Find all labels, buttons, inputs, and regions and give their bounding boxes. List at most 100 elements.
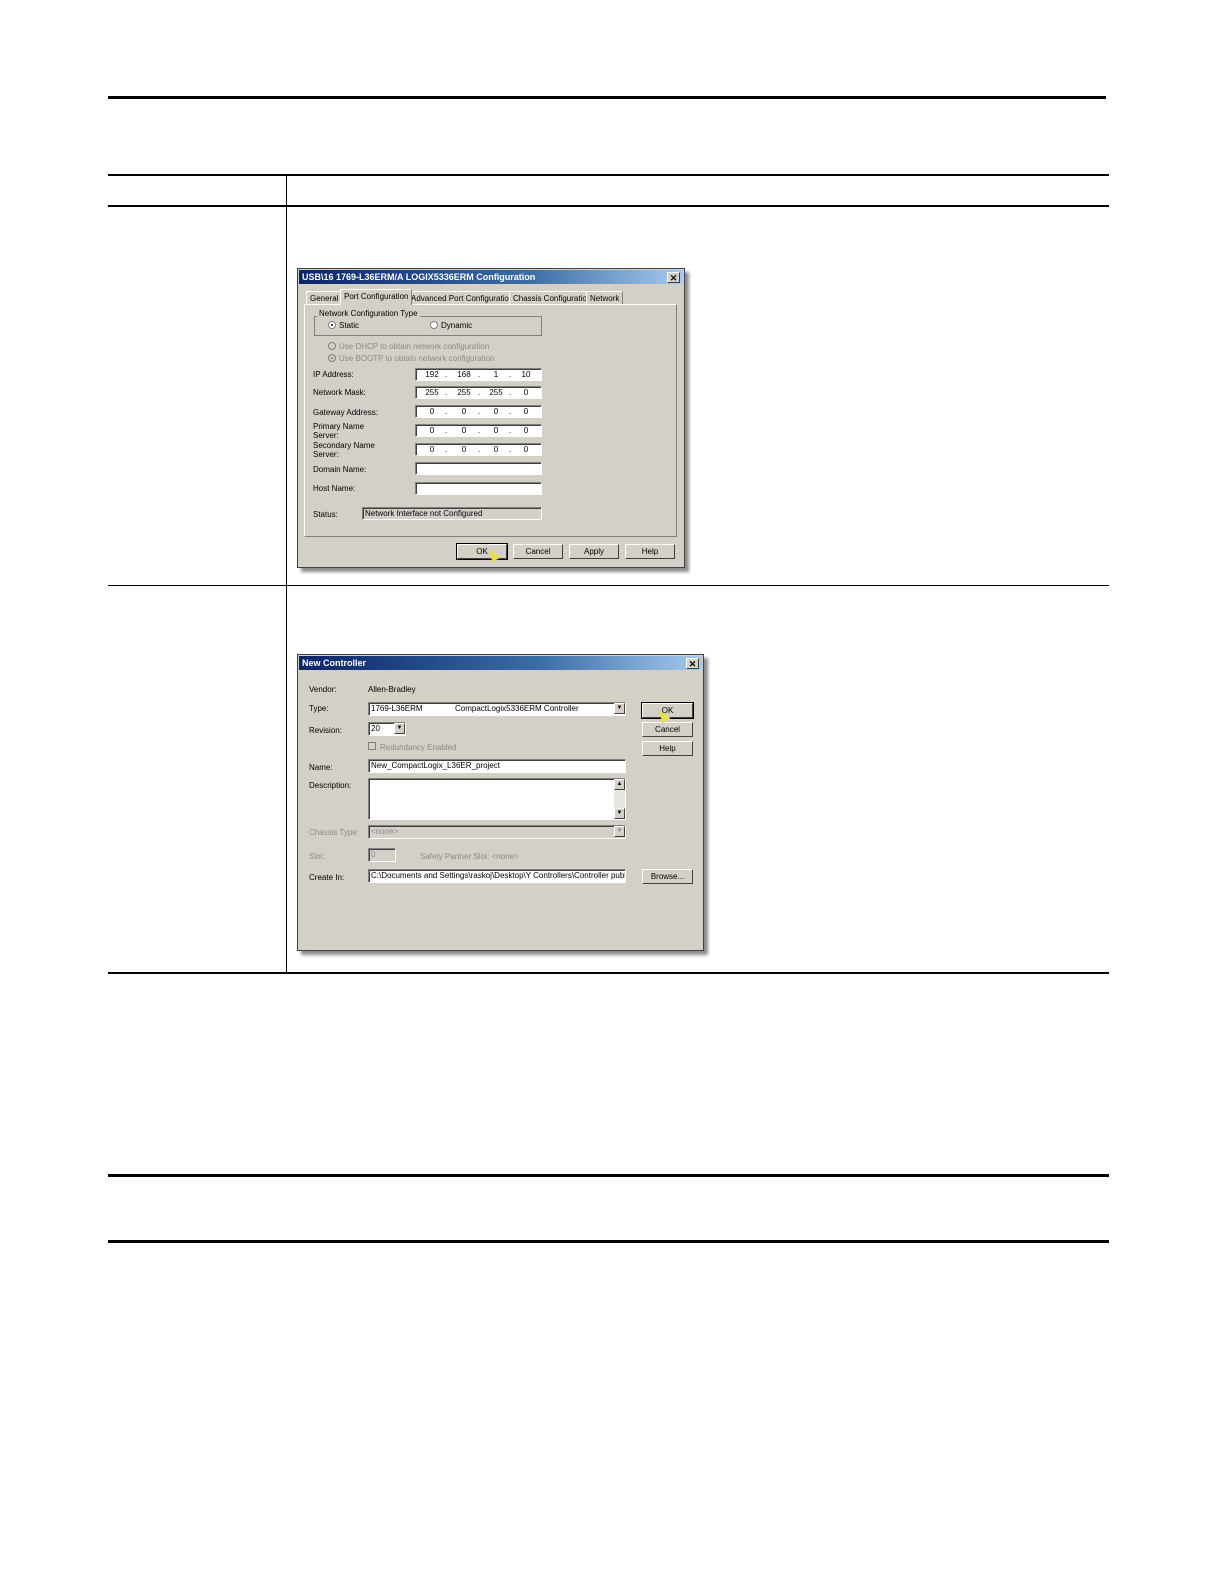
- cancel-button[interactable]: Cancel: [642, 722, 693, 737]
- redundancy-checkbox[interactable]: [368, 742, 376, 750]
- dynamic-radio-label: Dynamic: [441, 321, 473, 330]
- tab-port-configuration[interactable]: Port Configuration: [340, 289, 413, 305]
- table-header-border: [108, 205, 1109, 207]
- redundancy-label: Redundancy Enabled: [380, 743, 457, 752]
- revision-value: 20: [371, 724, 380, 733]
- secondary-octet: 0: [429, 445, 435, 454]
- type-description: CompactLogix5336ERM Controller: [455, 704, 579, 713]
- tab-advanced-port-configuration[interactable]: Advanced Port Configuration: [407, 291, 518, 304]
- network-mask-field[interactable]: 255. 255. 255. 0: [415, 386, 542, 399]
- tab-panel: [304, 304, 677, 537]
- dynamic-radio[interactable]: [430, 321, 438, 329]
- chevron-down-icon[interactable]: ▼: [614, 703, 625, 714]
- chevron-down-icon[interactable]: ▼: [614, 826, 625, 837]
- help-button[interactable]: Help: [625, 544, 675, 559]
- network-mask-label: Network Mask:: [313, 388, 366, 397]
- domain-name-field[interactable]: [415, 462, 542, 475]
- gateway-octet: 0: [493, 407, 499, 416]
- revision-select[interactable]: 20 ▼: [368, 722, 406, 736]
- scroll-up-icon[interactable]: ▲: [614, 779, 625, 790]
- gateway-octet: 0: [429, 407, 435, 416]
- table-column-divider: [286, 175, 287, 973]
- safety-partner-slot-label: Safety Partner Slot: <none>: [420, 852, 519, 861]
- ip-octet: 168: [457, 370, 471, 379]
- primary-octet: 0: [523, 426, 529, 435]
- slot-value: 0: [371, 850, 376, 859]
- use-bootp-radio[interactable]: [328, 354, 336, 362]
- create-in-label: Create In:: [309, 873, 345, 882]
- description-textarea[interactable]: ▲ ▼: [368, 778, 626, 820]
- gateway-octet: 0: [523, 407, 529, 416]
- ip-octet: 1: [493, 370, 499, 379]
- use-dhcp-radio[interactable]: [328, 342, 336, 350]
- tab-network[interactable]: Network: [586, 291, 624, 304]
- use-dhcp-label: Use DHCP to obtain network configuration: [339, 342, 490, 351]
- ip-octet: 10: [521, 370, 531, 379]
- slot-stepper[interactable]: 0: [368, 848, 396, 862]
- description-scrollbar[interactable]: ▲ ▼: [614, 779, 625, 819]
- host-name-label: Host Name:: [313, 484, 356, 493]
- browse-button[interactable]: Browse...: [642, 869, 693, 884]
- new-controller-dialog: New Controller ✕ Vendor: Allen-Bradley T…: [297, 654, 704, 951]
- table-bottom-border: [108, 972, 1109, 974]
- help-button[interactable]: Help: [642, 741, 693, 756]
- cancel-button[interactable]: Cancel: [513, 544, 563, 559]
- dialog-titlebar: USB\16 1769-L36ERM/A LOGIX5336ERM Config…: [299, 270, 683, 284]
- gateway-address-label: Gateway Address:: [313, 408, 378, 417]
- tab-general[interactable]: General: [306, 291, 343, 304]
- static-radio-label: Static: [339, 321, 360, 330]
- tab-chassis-configuration[interactable]: Chassis Configuration: [509, 291, 596, 304]
- gateway-address-field[interactable]: 0. 0. 0. 0: [415, 405, 542, 418]
- gateway-octet: 0: [461, 407, 467, 416]
- secondary-name-server-field[interactable]: 0. 0. 0. 0: [415, 443, 542, 456]
- group-label: Network Configuration Type: [317, 309, 420, 318]
- table-top-border: [108, 174, 1109, 176]
- secondary-octet: 0: [461, 445, 467, 454]
- primary-name-server-field[interactable]: 0. 0. 0. 0: [415, 424, 542, 437]
- primary-octet: 0: [461, 426, 467, 435]
- chassis-type-value: <none>: [371, 827, 399, 836]
- vendor-label: Vendor:: [309, 685, 337, 694]
- create-in-input[interactable]: C:\Documents and Settings\raskoj\Desktop…: [368, 869, 626, 883]
- port-configuration-dialog: USB\16 1769-L36ERM/A LOGIX5336ERM Config…: [297, 268, 685, 568]
- chevron-down-icon[interactable]: ▼: [394, 723, 405, 734]
- name-label: Name:: [309, 763, 333, 772]
- type-select[interactable]: 1769-L36ERM CompactLogix5336ERM Controll…: [368, 702, 626, 716]
- table-row-divider: [108, 585, 1109, 586]
- mask-octet: 255: [489, 388, 503, 397]
- revision-label: Revision:: [309, 726, 342, 735]
- primary-name-server-label: Primary Name: [313, 422, 365, 431]
- dialog-titlebar: New Controller ✕: [299, 656, 702, 670]
- dialog-title: New Controller: [302, 658, 367, 668]
- status-label: Status:: [313, 510, 338, 519]
- scroll-down-icon[interactable]: ▼: [614, 808, 625, 819]
- static-radio[interactable]: [328, 321, 336, 329]
- status-field: Network Interface not Configured: [362, 507, 542, 520]
- name-input[interactable]: New_CompactLogix_L36ER_project: [368, 759, 626, 773]
- domain-name-label: Domain Name:: [313, 465, 367, 474]
- use-bootp-label: Use BOOTP to obtain network configuratio…: [339, 354, 495, 363]
- vendor-value: Allen-Bradley: [368, 685, 416, 694]
- chassis-type-select[interactable]: <none> ▼: [368, 825, 626, 839]
- ip-octet: 192: [425, 370, 439, 379]
- header-rule: [108, 96, 1106, 99]
- close-icon[interactable]: ✕: [667, 272, 680, 283]
- dialog-title: USB\16 1769-L36ERM/A LOGIX5336ERM Config…: [302, 272, 536, 282]
- close-icon[interactable]: ✕: [686, 658, 699, 669]
- primary-name-server-label-2: Server:: [313, 431, 339, 440]
- tip-box-top-rule: [108, 1174, 1109, 1177]
- ip-address-field[interactable]: 192. 168. 1. 10: [415, 368, 542, 381]
- primary-octet: 0: [493, 426, 499, 435]
- apply-button[interactable]: Apply: [569, 544, 619, 559]
- secondary-name-server-label: Secondary Name: [313, 441, 375, 450]
- mask-octet: 0: [523, 388, 529, 397]
- type-label: Type:: [309, 704, 329, 713]
- description-label: Description:: [309, 781, 352, 790]
- primary-octet: 0: [429, 426, 435, 435]
- secondary-octet: 0: [493, 445, 499, 454]
- tip-box-bottom-rule: [108, 1240, 1109, 1243]
- chassis-type-label: Chassis Type:: [309, 828, 360, 837]
- host-name-field[interactable]: [415, 482, 542, 495]
- mask-octet: 255: [457, 388, 471, 397]
- type-code: 1769-L36ERM: [371, 704, 423, 713]
